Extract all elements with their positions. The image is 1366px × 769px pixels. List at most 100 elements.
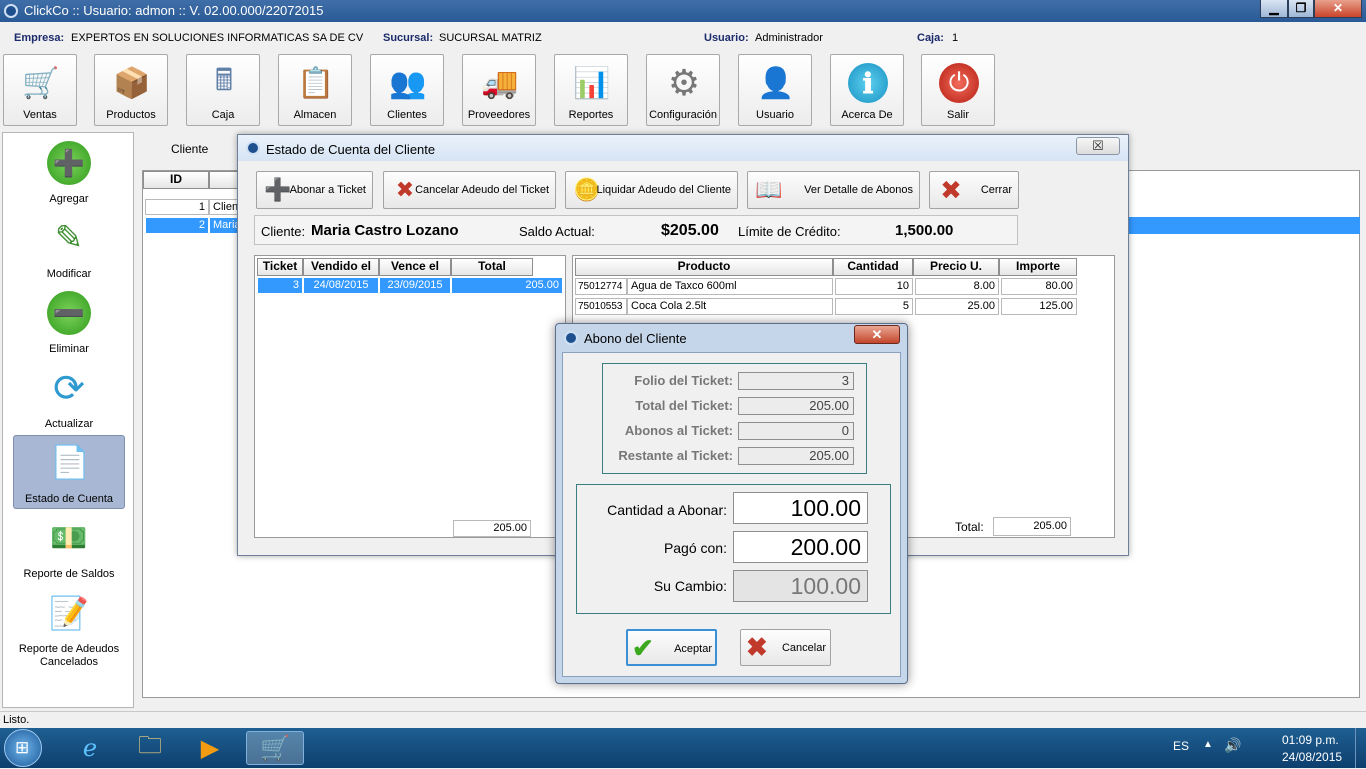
toolbar-proveedores-button[interactable]: 🚚 Proveedores — [462, 54, 536, 126]
clipboard-icon: 📋 — [297, 66, 335, 100]
table-row[interactable]: Agua de Taxco 600ml — [627, 278, 833, 295]
usuario-label: Usuario: — [704, 32, 749, 44]
cerrar-button[interactable]: ✖ Cerrar — [929, 171, 1019, 209]
plus-icon: ➕ — [47, 141, 91, 185]
media-player-icon[interactable]: ▶ — [182, 731, 238, 765]
liquidar-adeudo-button[interactable]: 🪙 Liquidar Adeudo del Cliente — [565, 171, 738, 209]
sidebar-reporte-saldos-button[interactable]: 💵 Reporte de Saldos — [13, 512, 125, 584]
cart-icon: 🛒 — [22, 66, 60, 100]
power-icon: ⏻ — [939, 63, 979, 103]
internet-explorer-icon[interactable]: ℯ — [62, 731, 118, 765]
total-field: 205.00 — [993, 517, 1071, 536]
pencil-icon: ✎ — [54, 219, 84, 257]
book-icon: 📖 — [755, 177, 783, 202]
cancelar-button[interactable]: ✖ Cancelar — [740, 629, 831, 666]
table-row[interactable]: 25.00 — [915, 298, 999, 315]
abono-close-button[interactable]: ✕ — [854, 325, 900, 344]
table-row[interactable]: 125.00 — [1001, 298, 1077, 315]
estado-cuenta-title: Estado de Cuenta del Cliente — [266, 142, 436, 157]
sidebar-actualizar-button[interactable]: ⟳ Actualizar — [13, 362, 125, 434]
toolbar-salir-button[interactable]: ⏻ Salir — [921, 54, 995, 126]
table-row[interactable]: 75010553 — [575, 298, 627, 315]
cancelar-adeudo-button[interactable]: ✖ Cancelar Adeudo del Ticket — [383, 171, 556, 209]
table-row[interactable]: 5 — [835, 298, 913, 315]
products-header: Precio U. — [913, 258, 999, 276]
show-desktop-button[interactable] — [1355, 728, 1366, 768]
sidebar-modificar-button[interactable]: ✎ Modificar — [13, 212, 125, 284]
table-row[interactable]: Client — [209, 199, 239, 215]
toolbar-acerca-button[interactable]: ℹ Acerca De — [830, 54, 904, 126]
abono-body: Folio del Ticket: 3 Total del Ticket: 20… — [562, 352, 901, 677]
table-row[interactable]: 10 — [835, 278, 913, 295]
table-row-selected[interactable]: 23/09/2015 — [379, 277, 451, 294]
minimize-button[interactable]: ▁ — [1260, 0, 1288, 18]
table-row[interactable]: 75012774 — [575, 278, 627, 295]
products-header: Cantidad — [833, 258, 913, 276]
abonar-ticket-button[interactable]: ➕ Abonar a Ticket — [256, 171, 373, 209]
estado-cuenta-titlebar: Estado de Cuenta del Cliente ☒ — [238, 135, 1128, 161]
cliente-name: Maria Castro Lozano — [311, 222, 459, 239]
cantidad-input[interactable]: 100.00 — [733, 492, 868, 524]
pago-input[interactable]: 200.00 — [733, 531, 868, 563]
selected-row-highlight — [1128, 217, 1360, 234]
folder-icon[interactable]: 🗀 — [122, 731, 178, 765]
limite-label: Límite de Crédito: — [738, 224, 841, 239]
ver-detalle-abonos-button[interactable]: 📖 Ver Detalle de Abonos — [747, 171, 920, 209]
toolbar-reportes-button[interactable]: 📊 Reportes — [554, 54, 628, 126]
sidebar-agregar-button[interactable]: ➕ Agregar — [13, 137, 125, 209]
cliente-column-label: Cliente — [171, 142, 209, 156]
table-row[interactable]: 1 — [145, 199, 209, 215]
tray-arrow-icon[interactable]: ▲ — [1203, 739, 1213, 750]
table-row[interactable]: 80.00 — [1001, 278, 1077, 295]
toolbar-clientes-button[interactable]: 👥 Clientes — [370, 54, 444, 126]
table-row[interactable]: 8.00 — [915, 278, 999, 295]
table-row-selected[interactable]: 2 — [145, 217, 209, 234]
table-row-selected[interactable]: 24/08/2015 — [303, 277, 379, 294]
toolbar-almacen-button[interactable]: 📋 Almacen — [278, 54, 352, 126]
ticket-info-panel: Folio del Ticket: 3 Total del Ticket: 20… — [602, 363, 867, 474]
close-button[interactable]: ✕ — [1314, 0, 1362, 18]
abono-dialog: Abono del Cliente ✕ Folio del Ticket: 3 … — [555, 323, 908, 684]
clickco-task-icon[interactable]: 🛒 — [246, 731, 304, 765]
aceptar-button[interactable]: ✔ Aceptar — [626, 629, 717, 666]
toolbar-productos-button[interactable]: 📦 Productos — [94, 54, 168, 126]
cliente-label: Cliente: — [261, 224, 306, 239]
window-icon — [564, 331, 578, 345]
table-row-selected[interactable]: Maria — [209, 217, 239, 234]
window-icon — [246, 141, 260, 155]
users-icon: 👤 — [757, 66, 795, 100]
tickets-header: Vendido el — [303, 258, 379, 276]
usuario-value: Administrador — [755, 32, 823, 44]
maximize-button[interactable]: ❐ — [1288, 0, 1314, 18]
cancelled-report-icon: 📝 — [49, 595, 89, 631]
checkmark-icon: ✔ — [632, 633, 654, 663]
toolbar-ventas-button[interactable]: 🛒 Ventas — [3, 54, 77, 126]
sidebar-eliminar-button[interactable]: ➖ Eliminar — [13, 287, 125, 359]
window-titlebar: ClickCo :: Usuario: admon :: V. 02.00.00… — [0, 0, 1366, 22]
saldo-label: Saldo Actual: — [519, 224, 595, 239]
table-row-selected[interactable]: 3 — [257, 277, 303, 294]
toolbar-caja-button[interactable]: 🖩 Caja — [186, 54, 260, 126]
volume-icon[interactable]: 🔊 — [1224, 737, 1241, 754]
table-row-selected[interactable]: 205.00 — [451, 277, 563, 294]
sidebar-reporte-adeudos-button[interactable]: 📝 Reporte de Adeudos Cancelados — [13, 587, 125, 671]
sucursal-value: SUCURSAL MATRIZ — [439, 32, 542, 44]
tickets-header: Total — [451, 258, 533, 276]
start-button[interactable]: ⊞ — [4, 729, 42, 767]
money-icon: 💵 — [50, 521, 88, 555]
table-row[interactable]: Coca Cola 2.5lt — [627, 298, 833, 315]
language-indicator[interactable]: ES — [1173, 739, 1189, 753]
truck-icon: 🚚 — [481, 66, 519, 100]
toolbar-configuracion-button[interactable]: ⚙ Configuración — [646, 54, 720, 126]
window-title: ClickCo :: Usuario: admon :: V. 02.00.00… — [24, 3, 324, 18]
sidebar-estado-cuenta-button[interactable]: 📄 Estado de Cuenta — [13, 435, 125, 509]
refresh-icon: ⟳ — [53, 367, 85, 410]
restante-label: Restante al Ticket: — [618, 448, 733, 463]
estado-cuenta-close-button[interactable]: ☒ — [1076, 137, 1120, 155]
caja-value: 1 — [952, 32, 959, 44]
clock-date[interactable]: 24/08/2015 — [1282, 750, 1342, 764]
total-ticket-label: Total del Ticket: — [635, 398, 733, 413]
clock-time[interactable]: 01:09 p.m. — [1282, 733, 1339, 747]
info-bar: Empresa: EXPERTOS EN SOLUCIONES INFORMAT… — [0, 22, 1366, 52]
toolbar-usuario-button[interactable]: 👤 Usuario — [738, 54, 812, 126]
